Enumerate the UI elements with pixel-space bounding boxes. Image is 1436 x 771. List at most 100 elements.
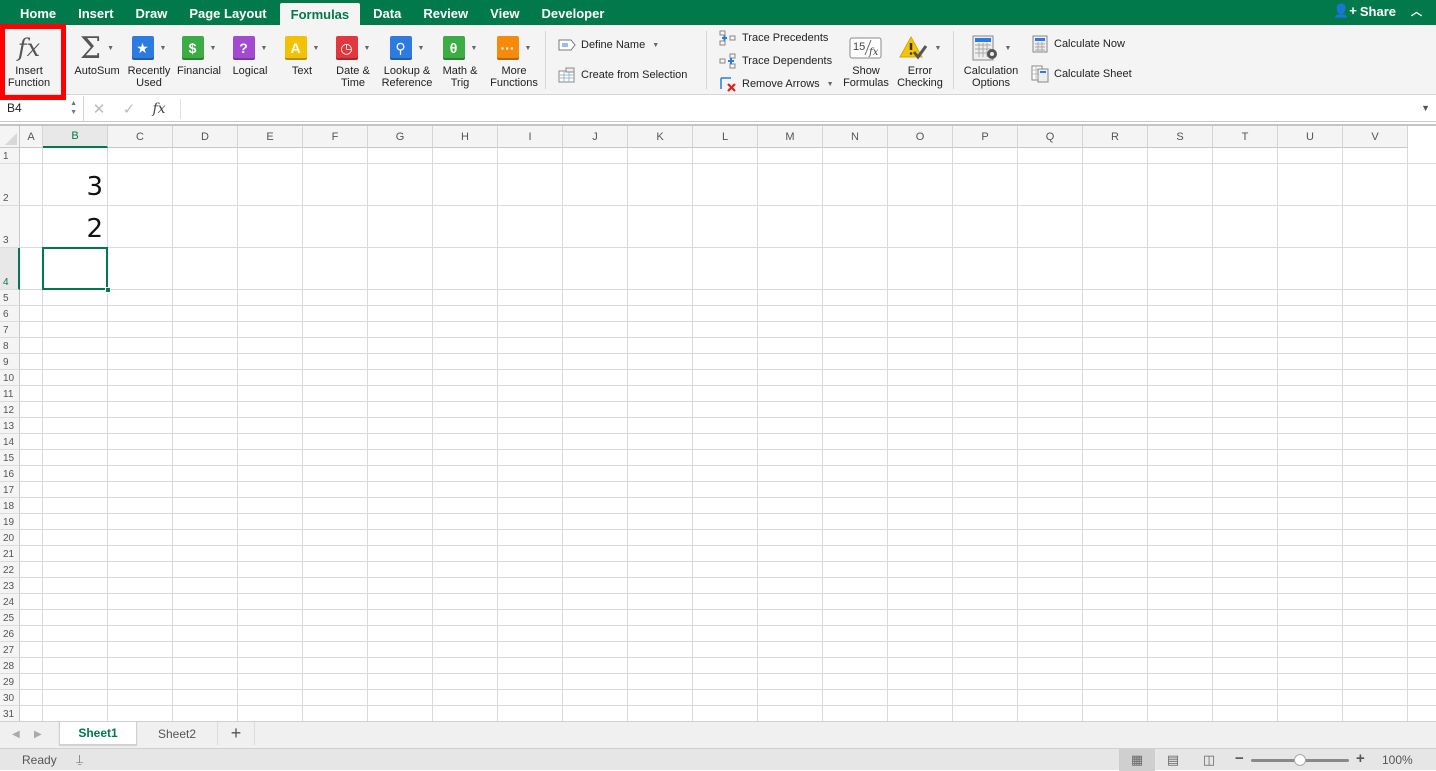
next-sheet-icon[interactable]: ▶ [34,729,42,740]
name-box-stepper-icon[interactable]: ▲ ▼ [70,99,77,117]
row-header-6[interactable]: 6 [0,306,20,322]
column-header-n[interactable]: N [823,126,888,148]
row-header-21[interactable]: 21 [0,546,20,562]
row-header-8[interactable]: 8 [0,338,20,354]
create-from-selection-button[interactable]: Create from Selection [558,67,687,83]
row-header-11[interactable]: 11 [0,386,20,402]
math-trig-button[interactable]: θ ▼ Math & Trig [436,25,484,95]
dropdown-arrow-icon[interactable]: ▼ [313,45,320,52]
collapse-ribbon-icon[interactable]: ︿ [1411,3,1422,19]
dropdown-arrow-icon[interactable]: ▼ [107,45,114,52]
calculation-options-button[interactable]: ▼ Calculation Options [961,25,1021,95]
dropdown-arrow-icon[interactable]: ▼ [525,45,532,52]
column-header-l[interactable]: L [693,126,758,148]
remove-arrows-button[interactable]: Remove Arrows ▼ [719,76,834,92]
row-header-5[interactable]: 5 [0,290,20,306]
dropdown-arrow-icon[interactable]: ▼ [364,45,371,52]
row-header-15[interactable]: 15 [0,450,20,466]
tab-home[interactable]: Home [9,2,67,25]
page-layout-view-button[interactable]: ▤ [1155,749,1191,771]
active-cell[interactable] [42,247,108,290]
calculate-sheet-button[interactable]: Calculate Sheet [1031,65,1132,83]
tab-developer[interactable]: Developer [531,2,616,25]
tab-draw[interactable]: Draw [125,2,179,25]
zoom-out-button[interactable]: − [1235,750,1244,767]
row-header-27[interactable]: 27 [0,642,20,658]
name-box[interactable]: B4 ▲ ▼ [0,96,84,122]
add-sheet-button[interactable]: + [217,722,255,745]
row-header-14[interactable]: 14 [0,434,20,450]
previous-sheet-icon[interactable]: ◀ [12,729,20,740]
row-header-1[interactable]: 1 [0,148,20,164]
column-header-p[interactable]: P [953,126,1018,148]
column-header-c[interactable]: C [108,126,173,148]
column-header-o[interactable]: O [888,126,953,148]
row-header-24[interactable]: 24 [0,594,20,610]
row-header-2[interactable]: 2 [0,164,20,206]
tab-formulas[interactable]: Formulas [279,3,361,25]
row-header-30[interactable]: 30 [0,690,20,706]
column-header-k[interactable]: K [628,126,693,148]
worksheet-grid[interactable]: A B C D E F G H I J K L M N O P Q R S T U V 1 2 3 4 5 6 7 8 9 10 11 12 13 1… [0,124,1436,721]
column-header-i[interactable]: I [498,126,563,148]
row-header-23[interactable]: 23 [0,578,20,594]
dropdown-arrow-icon[interactable]: ▼ [261,45,268,52]
dropdown-arrow-icon[interactable]: ▼ [160,45,167,52]
more-functions-button[interactable]: ··· ▼ More Functions [487,25,541,95]
column-header-g[interactable]: G [368,126,433,148]
zoom-in-button[interactable]: + [1356,750,1365,767]
row-header-9[interactable]: 9 [0,354,20,370]
logical-button[interactable]: ? ▼ Logical [225,25,275,95]
tab-view[interactable]: View [479,2,530,25]
column-header-q[interactable]: Q [1018,126,1083,148]
calculate-now-button[interactable]: Calculate Now [1031,35,1125,53]
zoom-slider-knob[interactable] [1294,754,1306,766]
row-header-31[interactable]: 31 [0,706,20,721]
row-header-28[interactable]: 28 [0,658,20,674]
row-header-25[interactable]: 25 [0,610,20,626]
cell-b3[interactable]: 2 [43,214,103,244]
insert-function-button[interactable]: fx Insert Function [3,25,55,95]
tab-data[interactable]: Data [362,2,412,25]
zoom-level[interactable]: 100% [1382,753,1413,767]
define-name-button[interactable]: Define Name ▼ [558,37,659,53]
expand-formula-bar-icon[interactable]: ▼ [1421,103,1430,113]
financial-button[interactable]: $ ▼ Financial [172,25,226,95]
dropdown-arrow-icon[interactable]: ▼ [210,45,217,52]
normal-view-button[interactable]: ▦ [1119,749,1155,771]
column-header-r[interactable]: R [1083,126,1148,148]
share-button[interactable]: 👤+ Share ︿ [1333,3,1422,19]
text-button[interactable]: A ▼ Text [278,25,326,95]
column-header-m[interactable]: M [758,126,823,148]
column-header-u[interactable]: U [1278,126,1343,148]
tab-insert[interactable]: Insert [67,2,124,25]
column-header-s[interactable]: S [1148,126,1213,148]
macro-recording-icon[interactable]: ⍊ [76,752,83,767]
error-checking-button[interactable]: ▼ Error Checking [894,25,946,95]
enter-icon[interactable]: ✓ [114,100,144,118]
formula-input[interactable] [180,99,1410,119]
show-formulas-button[interactable]: 15 fx Show Formulas [842,25,890,95]
autosum-button[interactable]: Σ ▼ AutoSum [68,25,126,95]
insert-function-icon[interactable]: fx [144,101,174,117]
column-header-b[interactable]: B [43,126,108,148]
date-time-button[interactable]: ◷ ▼ Date & Time [329,25,377,95]
tab-review[interactable]: Review [412,2,479,25]
column-header-j[interactable]: J [563,126,628,148]
row-header-12[interactable]: 12 [0,402,20,418]
row-header-17[interactable]: 17 [0,482,20,498]
row-header-7[interactable]: 7 [0,322,20,338]
dropdown-arrow-icon[interactable]: ▼ [471,45,478,52]
recently-used-button[interactable]: ★ ▼ Recently Used [121,25,177,95]
column-header-h[interactable]: H [433,126,498,148]
row-header-3[interactable]: 3 [0,206,20,248]
column-header-e[interactable]: E [238,126,303,148]
column-header-v[interactable]: V [1343,126,1408,148]
select-all-button[interactable] [0,126,20,148]
row-header-10[interactable]: 10 [0,370,20,386]
row-header-20[interactable]: 20 [0,530,20,546]
column-header-f[interactable]: F [303,126,368,148]
cell-b2[interactable]: 3 [43,172,103,202]
dropdown-arrow-icon[interactable]: ▼ [418,45,425,52]
column-header-a[interactable]: A [20,126,43,148]
